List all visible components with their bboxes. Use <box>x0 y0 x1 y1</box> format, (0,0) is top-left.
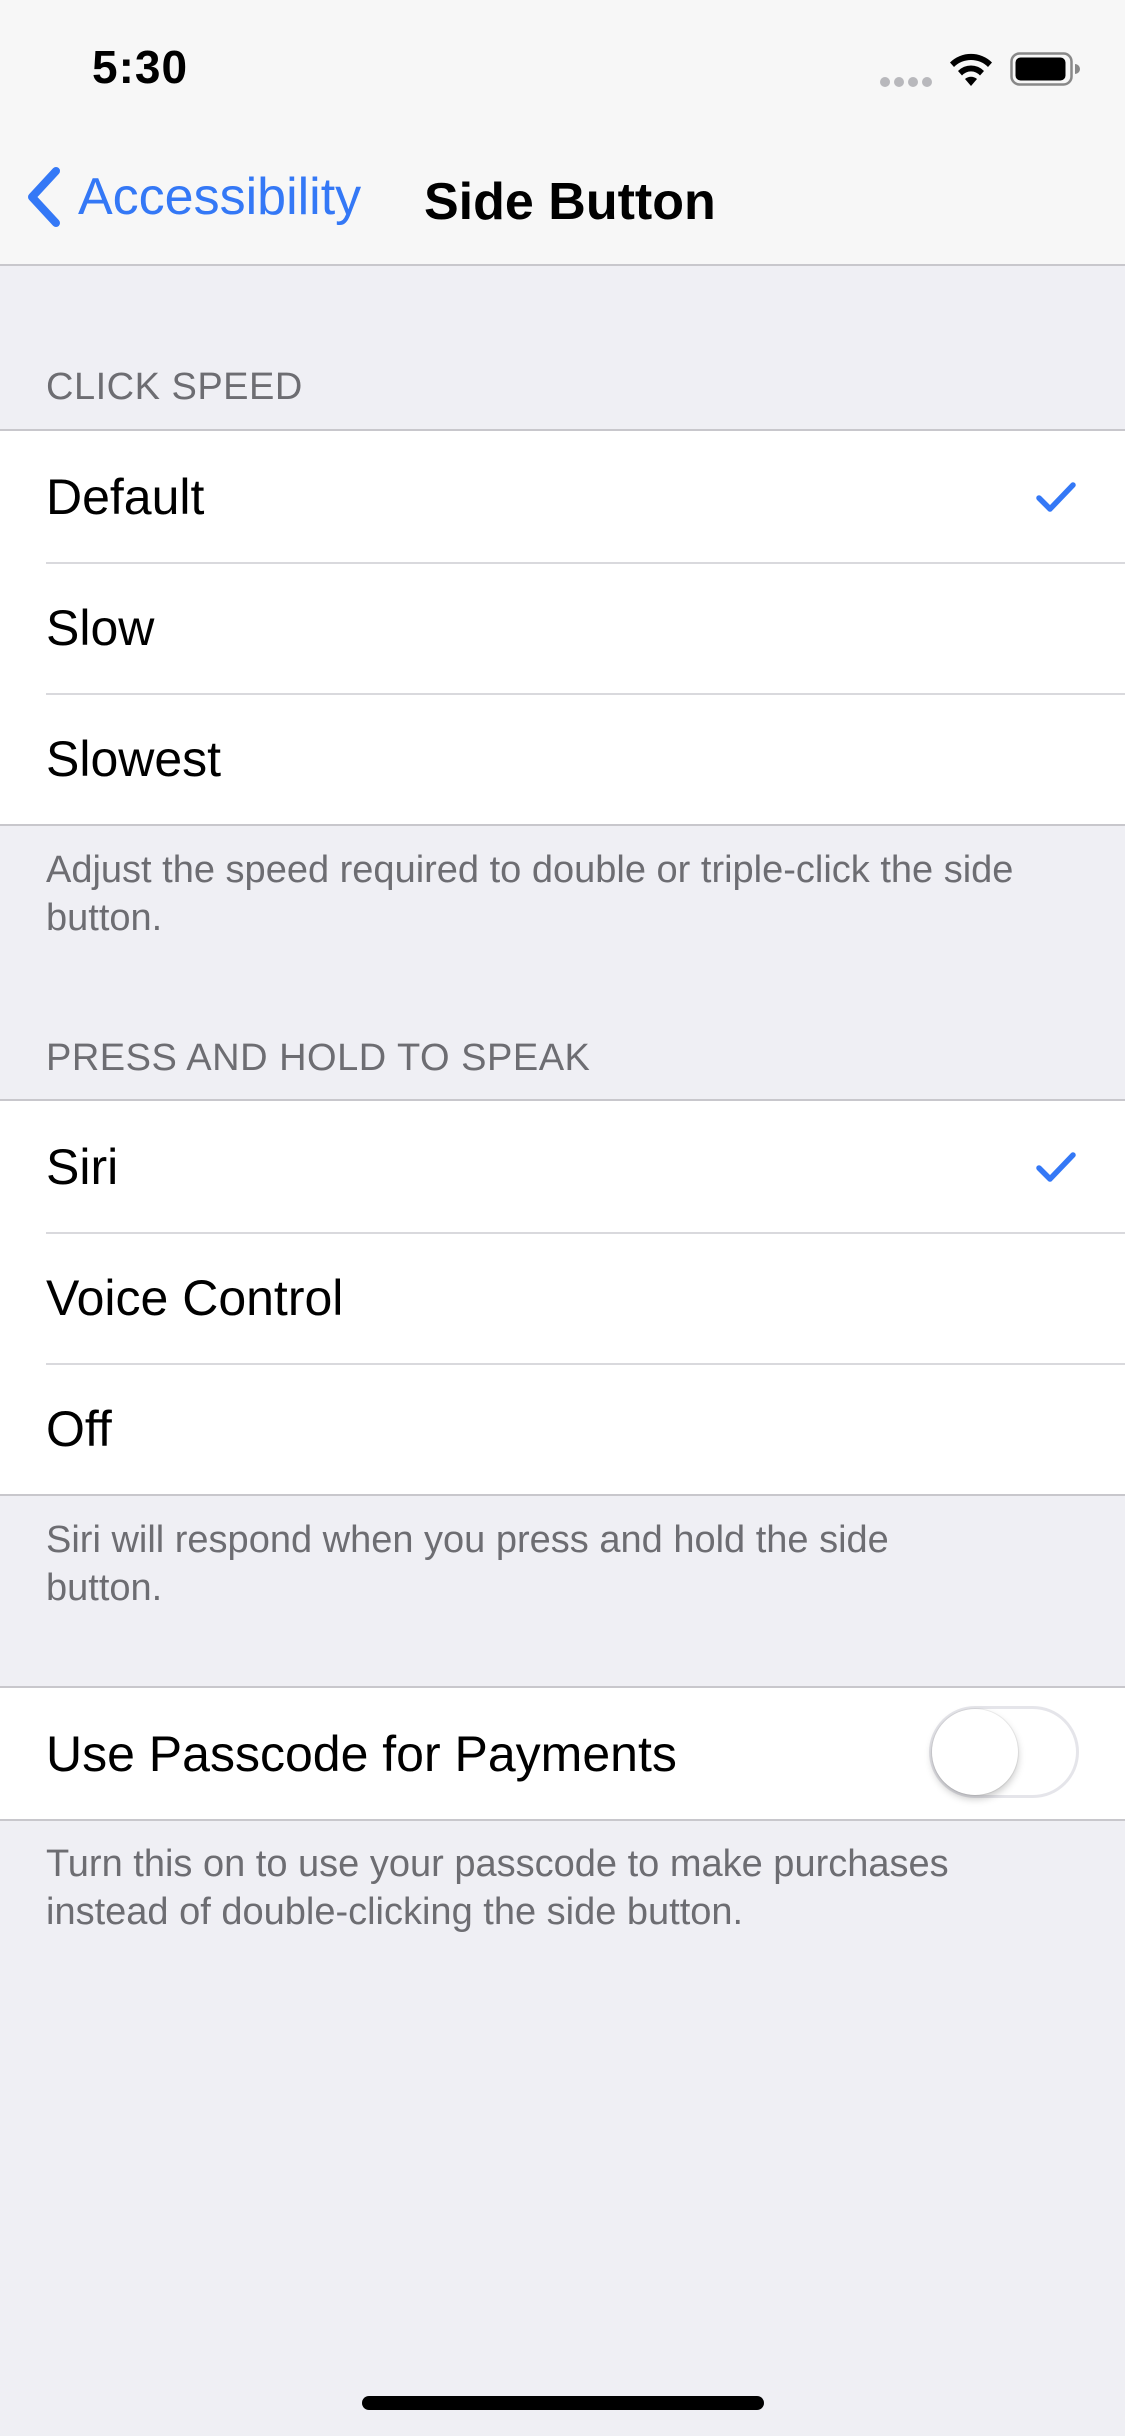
checkmark-icon <box>1036 481 1076 512</box>
battery-icon <box>1010 52 1080 86</box>
option-label: Slowest <box>46 730 222 787</box>
toggle-knob <box>932 1709 1018 1795</box>
click-speed-group: Default Slow Slowest <box>0 429 1125 826</box>
nav-bar: Accessibility Side Button <box>0 132 1125 266</box>
section-header-press-hold: PRESS AND HOLD TO SPEAK <box>46 1037 591 1079</box>
option-slow[interactable]: Slow <box>0 562 1125 693</box>
press-hold-group: Siri Voice Control Off <box>0 1099 1125 1496</box>
option-off[interactable]: Off <box>0 1363 1125 1494</box>
home-indicator[interactable] <box>362 2396 764 2410</box>
section-header-click-speed: CLICK SPEED <box>46 366 303 408</box>
status-bar: 5:30 <box>0 0 1125 132</box>
option-label: Slow <box>46 599 155 656</box>
option-label: Voice Control <box>46 1269 344 1326</box>
passcode-group: Use Passcode for Payments <box>0 1686 1125 1821</box>
option-label: Siri <box>46 1138 119 1195</box>
back-button[interactable]: Accessibility <box>24 162 361 232</box>
status-time: 5:30 <box>92 41 189 93</box>
option-siri[interactable]: Siri <box>0 1101 1125 1232</box>
section-footer-passcode: Turn this on to use your passcode to mak… <box>46 1843 949 1933</box>
section-footer-click-speed: Adjust the speed required to double or t… <box>46 849 1014 939</box>
section-footer-press-hold: Siri will respond when you press and hol… <box>46 1519 889 1609</box>
signal-dots-icon <box>880 77 934 87</box>
chevron-left-icon <box>28 167 60 227</box>
wifi-icon <box>950 53 992 86</box>
option-voice-control[interactable]: Voice Control <box>0 1232 1125 1363</box>
option-default[interactable]: Default <box>0 431 1125 562</box>
checkmark-icon <box>1036 1151 1076 1182</box>
passcode-row: Use Passcode for Payments <box>0 1688 1125 1819</box>
passcode-toggle[interactable] <box>929 1706 1079 1798</box>
option-label: Default <box>46 468 205 525</box>
passcode-label: Use Passcode for Payments <box>46 1725 677 1782</box>
page-title: Side Button <box>424 173 716 231</box>
option-slowest[interactable]: Slowest <box>0 693 1125 824</box>
option-label: Off <box>46 1400 112 1457</box>
back-button-label: Accessibility <box>78 168 362 226</box>
